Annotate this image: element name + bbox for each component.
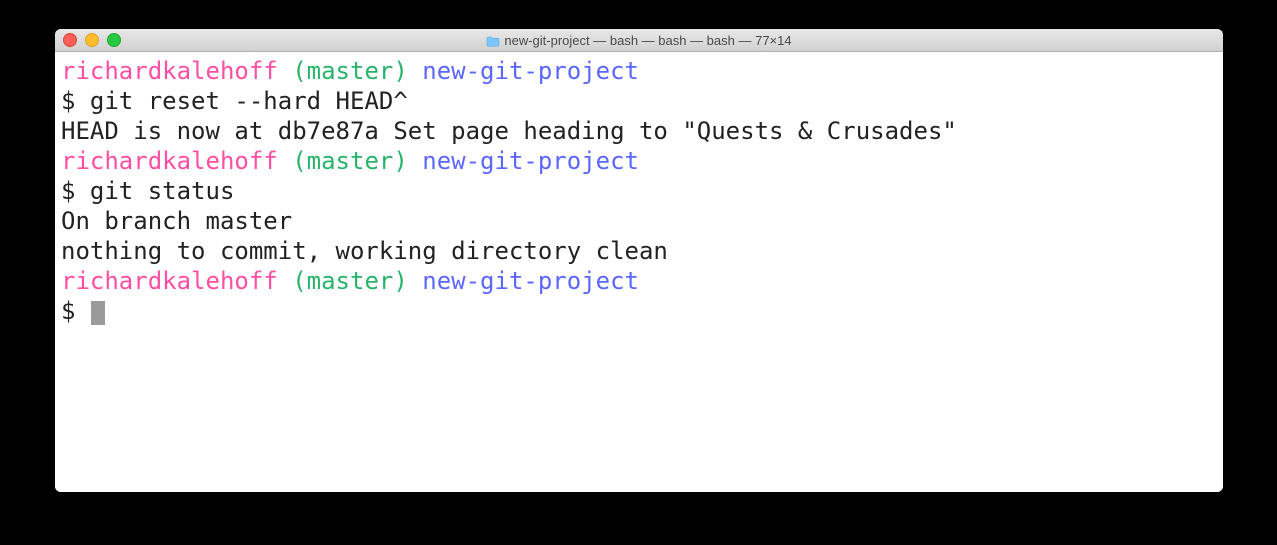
- traffic-lights: [63, 33, 121, 47]
- prompt-user: richardkalehoff: [61, 147, 278, 175]
- folder-icon: [486, 35, 500, 46]
- command-line: $ git reset --hard HEAD^: [61, 86, 1217, 116]
- titlebar[interactable]: new-git-project — bash — bash — bash — 7…: [55, 29, 1223, 52]
- maximize-button[interactable]: [107, 33, 121, 47]
- prompt-symbol: $: [61, 87, 90, 115]
- prompt-branch: (master): [292, 57, 408, 85]
- output-line: On branch master: [61, 206, 1217, 236]
- prompt-dir: new-git-project: [422, 57, 639, 85]
- prompt-dir: new-git-project: [422, 147, 639, 175]
- prompt-symbol: $: [61, 177, 90, 205]
- prompt-user: richardkalehoff: [61, 267, 278, 295]
- close-button[interactable]: [63, 33, 77, 47]
- command-line: $ git status: [61, 176, 1217, 206]
- prompt-line: richardkalehoff (master) new-git-project: [61, 56, 1217, 86]
- prompt-branch: (master): [292, 147, 408, 175]
- prompt-dir: new-git-project: [422, 267, 639, 295]
- minimize-button[interactable]: [85, 33, 99, 47]
- terminal-body[interactable]: richardkalehoff (master) new-git-project…: [55, 52, 1223, 492]
- cursor: [91, 301, 105, 325]
- prompt-branch: (master): [292, 267, 408, 295]
- window-title: new-git-project — bash — bash — bash — 7…: [504, 33, 791, 48]
- prompt-user: richardkalehoff: [61, 57, 278, 85]
- command-text: git status: [90, 177, 235, 205]
- prompt-line: richardkalehoff (master) new-git-project: [61, 266, 1217, 296]
- output-line: nothing to commit, working directory cle…: [61, 236, 1217, 266]
- command-input-line[interactable]: $: [61, 296, 1217, 326]
- prompt-line: richardkalehoff (master) new-git-project: [61, 146, 1217, 176]
- window-title-wrap: new-git-project — bash — bash — bash — 7…: [55, 33, 1223, 48]
- output-line: HEAD is now at db7e87a Set page heading …: [61, 116, 1217, 146]
- terminal-window: new-git-project — bash — bash — bash — 7…: [55, 29, 1223, 492]
- command-text: git reset --hard HEAD^: [90, 87, 408, 115]
- prompt-symbol: $: [61, 297, 90, 325]
